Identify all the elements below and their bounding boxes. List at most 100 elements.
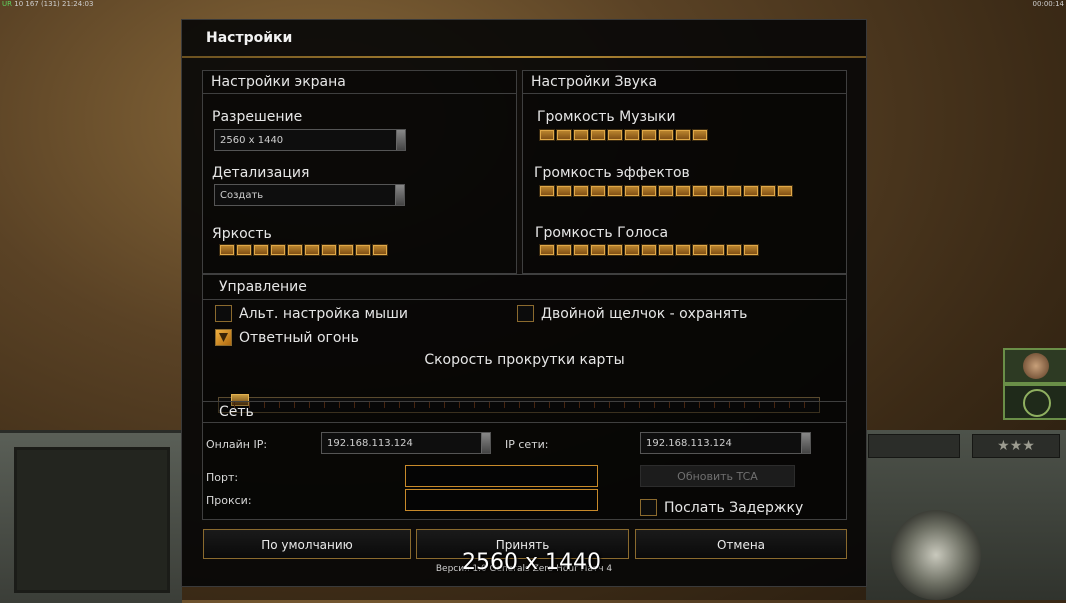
volume-segment[interactable]: [573, 129, 589, 141]
volume-segment[interactable]: [556, 244, 572, 256]
scroll-speed-label: Скорость прокрутки карты: [424, 352, 625, 368]
volume-segment[interactable]: [624, 185, 640, 197]
volume-segment[interactable]: [760, 185, 776, 197]
network-ip-dropdown[interactable]: 192.168.113.124: [640, 432, 811, 454]
target-button[interactable]: [1003, 384, 1066, 420]
volume-segment[interactable]: [607, 129, 623, 141]
volume-segment[interactable]: [743, 244, 759, 256]
settings-dialog: Настройки Настройки экрана Разрешение 25…: [181, 19, 867, 587]
alt-mouse-checkbox[interactable]: [215, 305, 232, 322]
return-fire-label: Ответный огонь: [239, 330, 359, 346]
volume-segment[interactable]: [556, 129, 572, 141]
hud-dial-icon: [891, 510, 981, 600]
detail-dropdown[interactable]: Создать: [214, 184, 405, 206]
volume-segment[interactable]: [590, 129, 606, 141]
volume-segment[interactable]: [675, 129, 691, 141]
volume-segment[interactable]: [641, 129, 657, 141]
volume-segment[interactable]: [726, 244, 742, 256]
detail-label: Детализация: [212, 165, 310, 181]
volume-segment[interactable]: [270, 244, 286, 256]
network-header: Сеть: [203, 402, 846, 423]
resolution-value: 2560 x 1440: [220, 135, 284, 146]
volume-segment[interactable]: [777, 185, 793, 197]
volume-segment[interactable]: [675, 185, 691, 197]
refresh-tca-button[interactable]: Обновить TCA: [640, 465, 795, 487]
dropdown-scroll-icon[interactable]: [481, 433, 490, 453]
title-divider: [182, 56, 866, 58]
online-ip-dropdown[interactable]: 192.168.113.124: [321, 432, 491, 454]
volume-segment[interactable]: [675, 244, 691, 256]
volume-segment[interactable]: [304, 244, 320, 256]
voice-volume-slider[interactable]: [539, 244, 759, 256]
volume-segment[interactable]: [641, 185, 657, 197]
status-left: UR 10 167 (131) 21:24:03: [2, 0, 94, 8]
volume-segment[interactable]: [573, 185, 589, 197]
port-input[interactable]: [405, 465, 598, 487]
network-ip-value: 192.168.113.124: [646, 438, 732, 449]
volume-segment[interactable]: [539, 244, 555, 256]
volume-segment[interactable]: [355, 244, 371, 256]
rank-stars-icon: ★★★: [972, 434, 1060, 458]
volume-segment[interactable]: [590, 185, 606, 197]
volume-segment[interactable]: [219, 244, 235, 256]
hud-radar-panel: [0, 430, 182, 603]
dropdown-scroll-icon[interactable]: [801, 433, 810, 453]
port-label: Порт:: [206, 471, 239, 484]
volume-segment[interactable]: [607, 244, 623, 256]
controls-header: Управление: [203, 275, 846, 300]
send-delay-label: Послать Задержку: [664, 500, 804, 516]
volume-segment[interactable]: [321, 244, 337, 256]
volume-segment[interactable]: [624, 129, 640, 141]
volume-segment[interactable]: [287, 244, 303, 256]
resolution-dropdown[interactable]: 2560 x 1440: [214, 129, 406, 151]
volume-segment[interactable]: [556, 185, 572, 197]
volume-segment[interactable]: [539, 185, 555, 197]
music-volume-label: Громкость Музыки: [537, 109, 676, 125]
status-clock: 00:00:14: [1032, 0, 1064, 8]
volume-segment[interactable]: [709, 244, 725, 256]
effects-volume-slider[interactable]: [539, 185, 793, 197]
volume-segment[interactable]: [236, 244, 252, 256]
volume-segment[interactable]: [743, 185, 759, 197]
volume-segment[interactable]: [573, 244, 589, 256]
resolution-overlay: 2560 x 1440: [462, 550, 601, 575]
brightness-slider[interactable]: [219, 244, 388, 256]
volume-segment[interactable]: [658, 129, 674, 141]
proxy-label: Прокси:: [206, 494, 252, 507]
general-portrait-button[interactable]: [1003, 348, 1066, 384]
screen-settings-header: Настройки экрана: [203, 71, 516, 94]
volume-segment[interactable]: [539, 129, 555, 141]
volume-segment[interactable]: [372, 244, 388, 256]
cancel-button[interactable]: Отмена: [635, 529, 847, 559]
voice-volume-label: Громкость Голоса: [535, 225, 669, 241]
dropdown-scroll-icon[interactable]: [396, 130, 405, 150]
volume-segment[interactable]: [624, 244, 640, 256]
effects-volume-label: Громкость эффектов: [534, 165, 690, 181]
online-ip-value: 192.168.113.124: [327, 438, 413, 449]
volume-segment[interactable]: [338, 244, 354, 256]
default-button[interactable]: По умолчанию: [203, 529, 411, 559]
dropdown-scroll-icon[interactable]: [395, 185, 404, 205]
volume-segment[interactable]: [692, 185, 708, 197]
double-click-label: Двойной щелчок - охранять: [541, 306, 748, 322]
volume-segment[interactable]: [590, 244, 606, 256]
dialog-title: Настройки: [206, 30, 293, 46]
volume-segment[interactable]: [726, 185, 742, 197]
volume-segment[interactable]: [692, 244, 708, 256]
sound-settings-header: Настройки Звука: [523, 71, 846, 94]
volume-segment[interactable]: [692, 129, 708, 141]
music-volume-slider[interactable]: [539, 129, 708, 141]
volume-segment[interactable]: [658, 244, 674, 256]
volume-segment[interactable]: [253, 244, 269, 256]
volume-segment[interactable]: [658, 185, 674, 197]
volume-segment[interactable]: [641, 244, 657, 256]
online-ip-label: Онлайн IP:: [206, 438, 268, 451]
send-delay-checkbox[interactable]: [640, 499, 657, 516]
volume-segment[interactable]: [709, 185, 725, 197]
return-fire-checkbox[interactable]: [215, 329, 232, 346]
proxy-input[interactable]: [405, 489, 598, 511]
volume-segment[interactable]: [607, 185, 623, 197]
alt-mouse-label: Альт. настройка мыши: [239, 306, 408, 322]
network-ip-label: IP сети:: [505, 438, 549, 451]
double-click-checkbox[interactable]: [517, 305, 534, 322]
